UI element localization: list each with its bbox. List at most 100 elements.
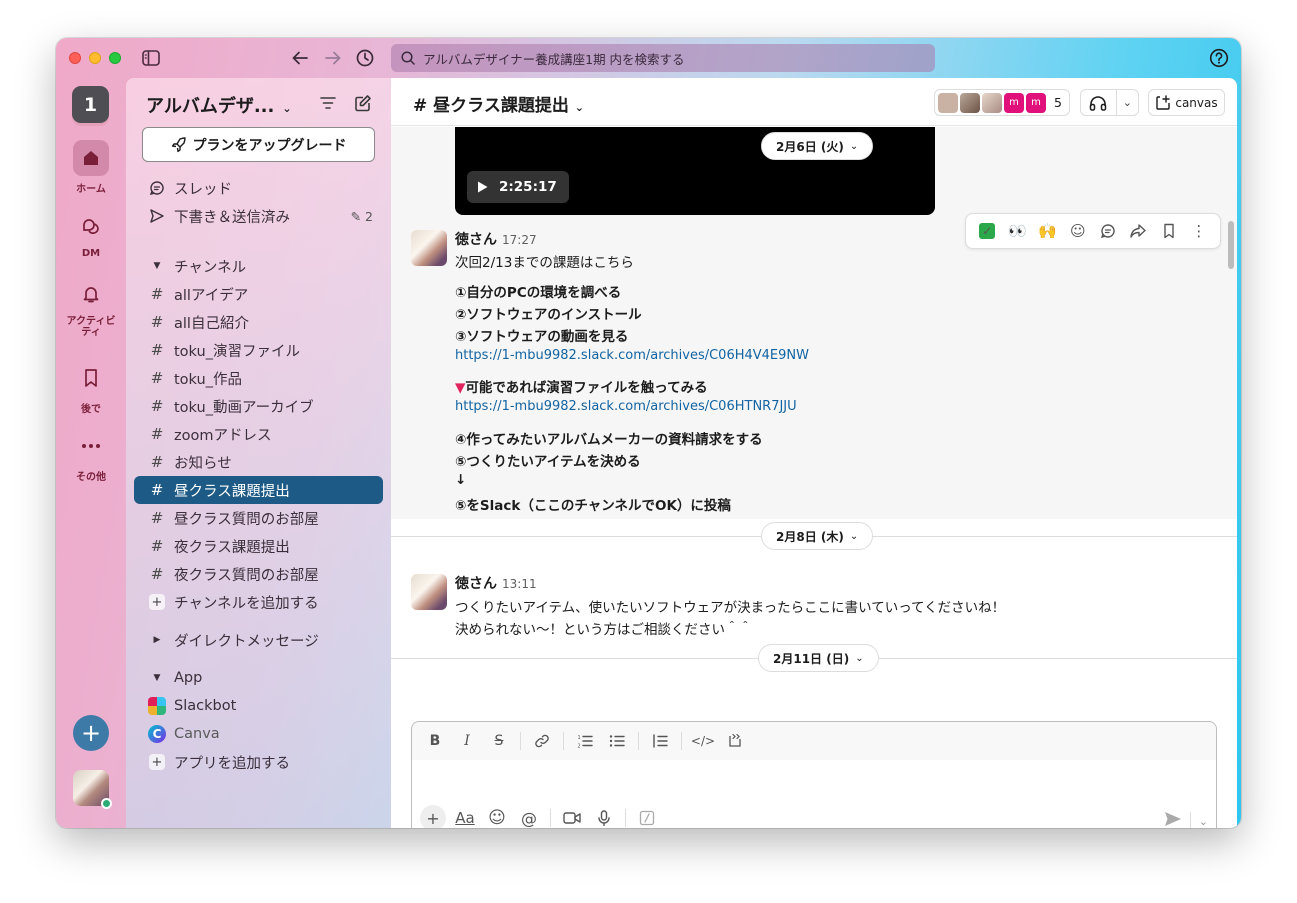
- rail-item-later[interactable]: 後で: [56, 360, 126, 415]
- members-button[interactable]: m m 5: [934, 89, 1070, 116]
- rail-item-home[interactable]: ホーム: [56, 140, 126, 195]
- sidebar-item-slackbot[interactable]: Slackbot: [134, 692, 383, 720]
- more-vertical-icon[interactable]: ⋮: [1187, 219, 1211, 243]
- caret-down-icon: ▼: [153, 673, 161, 683]
- message-link[interactable]: https://1-mbu9982.slack.com/archives/C06…: [455, 399, 797, 414]
- upgrade-plan-button[interactable]: プランをアップグレード: [142, 127, 375, 162]
- date-divider-pill[interactable]: 2月11日 (日) ⌄: [758, 644, 879, 672]
- microphone-icon[interactable]: [591, 805, 617, 828]
- rail-item-more[interactable]: その他: [56, 428, 126, 483]
- italic-icon[interactable]: I: [454, 728, 480, 754]
- filter-icon[interactable]: [319, 94, 339, 114]
- sidebar-channel-item[interactable]: # toku_動画アーカイブ: [134, 392, 383, 420]
- emoji-icon[interactable]: ☺: [484, 805, 510, 828]
- user-avatar[interactable]: [73, 770, 112, 809]
- workspace-name[interactable]: アルバムデザ... ⌄: [146, 92, 292, 118]
- message-link[interactable]: https://1-mbu9982.slack.com/archives/C06…: [455, 348, 809, 363]
- text-format-icon[interactable]: Aa: [452, 805, 478, 828]
- search-bar[interactable]: アルバムデザイナー養成講座1期 内を検索する: [391, 44, 935, 72]
- message-avatar[interactable]: [411, 230, 447, 266]
- sidebar-toggle-icon[interactable]: [141, 48, 161, 68]
- channels-section-header[interactable]: ▼ チャンネル: [134, 252, 383, 280]
- bookmark-icon[interactable]: [1157, 219, 1181, 243]
- date-divider-pill[interactable]: 2月8日 (木) ⌄: [761, 522, 874, 550]
- app-section-header[interactable]: ▼ App: [134, 664, 383, 692]
- close-window-button[interactable]: [69, 52, 81, 64]
- add-workspace-button[interactable]: +: [73, 715, 109, 751]
- workspace-badge[interactable]: 1: [72, 86, 109, 123]
- chevron-down-icon: ⌄: [855, 652, 864, 664]
- bullet-list-icon[interactable]: [604, 728, 630, 754]
- drafts-count-value: 2: [365, 208, 373, 224]
- send-icon[interactable]: [1164, 811, 1182, 828]
- chevron-down-icon: ⌄: [849, 140, 859, 152]
- bold-icon[interactable]: B: [422, 728, 448, 754]
- help-icon[interactable]: [1209, 48, 1229, 68]
- rail-item-dm[interactable]: DM: [56, 208, 126, 259]
- forward-arrow-icon[interactable]: [323, 48, 343, 68]
- home-icon: [73, 140, 109, 176]
- eyes-emoji-icon[interactable]: 👀: [1005, 219, 1029, 243]
- mention-icon[interactable]: @: [516, 805, 542, 828]
- scrollbar-thumb[interactable]: [1228, 221, 1234, 269]
- chevron-down-icon[interactable]: ⌄: [1117, 96, 1138, 109]
- sidebar-channel-item[interactable]: # allアイデア: [134, 280, 383, 308]
- link-icon[interactable]: [529, 728, 555, 754]
- plus-icon: +: [80, 719, 102, 747]
- rail-item-activity[interactable]: アクティビティ: [56, 276, 126, 338]
- chevron-down-icon[interactable]: ⌄: [1199, 815, 1208, 828]
- blockquote-icon[interactable]: [647, 728, 673, 754]
- message-text: 次回2/13までの課題はこちら: [455, 255, 634, 271]
- zoom-window-button[interactable]: [109, 52, 121, 64]
- sidebar-item-drafts[interactable]: 下書き＆送信済み ✎ 2: [134, 202, 383, 230]
- message-timestamp[interactable]: 17:27: [502, 233, 537, 247]
- sidebar-channel-item[interactable]: # 夜クラス質問のお部屋: [134, 560, 383, 588]
- canvas-button[interactable]: canvas: [1148, 89, 1225, 116]
- sidebar-channel-item[interactable]: # toku_作品: [134, 364, 383, 392]
- message-timestamp[interactable]: 13:11: [502, 577, 537, 591]
- ordered-list-icon[interactable]: 12: [572, 728, 598, 754]
- compose-icon[interactable]: [354, 94, 374, 114]
- video-play-button[interactable]: 2:25:17: [467, 171, 569, 203]
- history-clock-icon[interactable]: [355, 48, 375, 68]
- video-icon[interactable]: [559, 805, 585, 828]
- channel-header: # 昼クラス課題提出 ⌄ m m 5 ⌄ canvas: [391, 78, 1237, 126]
- attach-plus-icon[interactable]: +: [420, 805, 446, 828]
- add-reaction-icon[interactable]: ☺: [1066, 219, 1090, 243]
- raised-hands-emoji-icon[interactable]: 🙌: [1036, 219, 1060, 243]
- date-divider-pill[interactable]: 2月6日 (火) ⌄: [761, 132, 874, 160]
- message-avatar[interactable]: [411, 574, 447, 610]
- dm-section-header[interactable]: ▶ ダイレクトメッセージ: [134, 626, 383, 654]
- sidebar-item-threads[interactable]: スレッド: [134, 174, 383, 202]
- share-forward-icon[interactable]: [1126, 219, 1150, 243]
- add-app-button[interactable]: + アプリを追加する: [134, 748, 383, 776]
- dm-icon: [73, 208, 109, 244]
- slash-command-icon[interactable]: [634, 805, 660, 828]
- sidebar-channel-item[interactable]: # all自己紹介: [134, 308, 383, 336]
- add-channel-button[interactable]: + チャンネルを追加する: [134, 588, 383, 616]
- code-icon[interactable]: </>: [690, 728, 716, 754]
- sidebar-channel-item[interactable]: # zoomアドレス: [134, 420, 383, 448]
- message-input[interactable]: [424, 766, 1204, 796]
- strikethrough-icon[interactable]: S: [486, 728, 512, 754]
- sidebar-channel-item[interactable]: # 夜クラス課題提出: [134, 532, 383, 560]
- message-author[interactable]: 徳さん 13:11: [455, 573, 537, 593]
- hash-icon: #: [150, 453, 164, 471]
- message-author[interactable]: 徳さん 17:27: [455, 229, 537, 249]
- channel-title[interactable]: # 昼クラス課題提出 ⌄: [413, 91, 584, 116]
- check-emoji-icon[interactable]: ✓: [975, 219, 999, 243]
- back-arrow-icon[interactable]: [290, 48, 310, 68]
- huddle-button[interactable]: ⌄: [1080, 89, 1139, 116]
- code-block-icon[interactable]: [722, 728, 748, 754]
- sidebar-channel-item[interactable]: # 昼クラス課題提出: [134, 476, 383, 504]
- reply-thread-icon[interactable]: [1096, 219, 1120, 243]
- sidebar-channel-item[interactable]: # toku_演習ファイル: [134, 336, 383, 364]
- slackbot-label: Slackbot: [174, 698, 237, 714]
- add-channel-label: チャンネルを追加する: [174, 595, 319, 612]
- minimize-window-button[interactable]: [89, 52, 101, 64]
- sidebar-channel-item[interactable]: # お知らせ: [134, 448, 383, 476]
- sidebar-item-canva[interactable]: C Canva: [134, 720, 383, 748]
- channel-label: 夜クラス課題提出: [174, 539, 290, 556]
- sidebar-channel-item[interactable]: # 昼クラス質問のお部屋: [134, 504, 383, 532]
- plus-icon: +: [149, 754, 165, 770]
